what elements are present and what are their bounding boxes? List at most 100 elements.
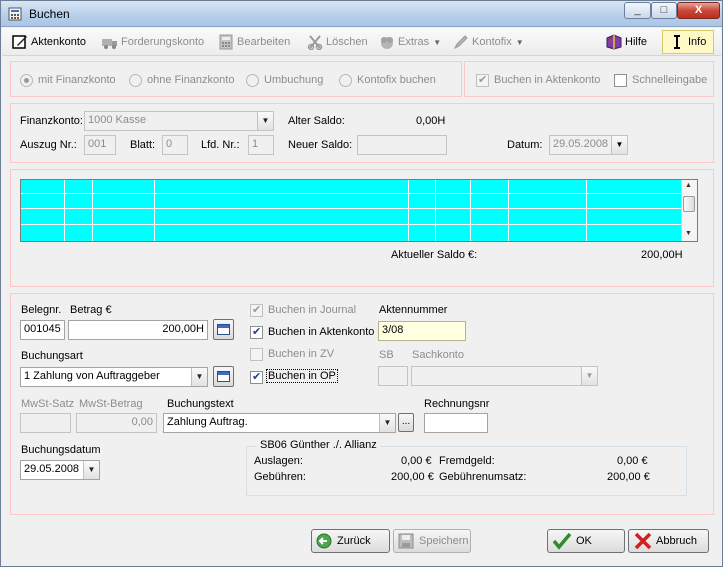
auslagen-label: Auslagen: <box>254 455 303 467</box>
chevron-down-icon[interactable]: ▼ <box>191 368 207 386</box>
buchen-journal-checkbox[interactable] <box>250 303 263 317</box>
chevron-down-icon[interactable]: ▼ <box>257 112 273 130</box>
toolbar-bearbeiten[interactable]: Bearbeiten <box>218 34 290 50</box>
ellipsis-icon: ... <box>401 416 411 427</box>
aktennummer-value: 3/08 <box>382 324 404 336</box>
window-title: Buchen <box>29 7 70 21</box>
chevron-down-icon: ▼ <box>515 38 524 47</box>
sachkonto-select[interactable]: ▼ <box>411 366 598 386</box>
toolbar-loeschen[interactable]: Löschen <box>307 34 368 51</box>
aktennummer-label: Aktennummer <box>379 304 448 316</box>
toolbar-kontofix[interactable]: Kontofix ▼ <box>453 34 524 50</box>
buchen-op-label: Buchen in OP <box>266 369 338 383</box>
aktennummer-input[interactable]: 3/08 <box>378 321 466 341</box>
toolbar-extras-label: Extras <box>398 36 430 48</box>
blatt-value: 0 <box>166 138 173 150</box>
zurueck-button[interactable]: Zurück <box>311 529 390 553</box>
finanzkonto-select[interactable]: 1000 Kasse ▼ <box>84 111 274 131</box>
buchungsdatum-picker[interactable]: 29.05.2008 ▼ <box>20 460 100 480</box>
chevron-down-icon[interactable]: ▼ <box>379 414 395 432</box>
betrag-calc-button[interactable] <box>213 319 234 340</box>
radio-mit-finanzkonto-label: mit Finanzkonto <box>38 74 116 86</box>
chevron-down-icon[interactable]: ▼ <box>611 136 627 154</box>
buchen-op-checkbox[interactable] <box>250 370 263 384</box>
buchen-zv-checkbox[interactable] <box>250 348 263 361</box>
toolbar-bearbeiten-label: Bearbeiten <box>237 36 291 48</box>
buchen-journal-label: Buchen in Journal <box>268 304 357 316</box>
buchungstext-more-button[interactable]: ... <box>398 413 414 432</box>
buchungsart-label: Buchungsart <box>21 350 83 362</box>
toolbar-extras[interactable]: Extras ▼ <box>379 34 441 50</box>
abbruch-button[interactable]: Abbruch <box>628 529 709 553</box>
neuer-saldo-label: Neuer Saldo: <box>288 139 353 151</box>
radio-umbuchung[interactable] <box>246 74 259 87</box>
datum-label: Datum: <box>507 139 543 151</box>
buchungsart-button[interactable] <box>213 366 234 387</box>
chevron-down-icon: ▼ <box>433 38 442 47</box>
speichern-button[interactable]: Speichern <box>393 529 471 553</box>
buchungstext-label: Buchungstext <box>167 398 234 410</box>
buchen-aktenkonto-checkbox[interactable] <box>250 325 263 339</box>
mwst-betrag-input[interactable]: 0,00 <box>76 413 157 433</box>
toolbar-hilfe[interactable]: Hilfe <box>606 34 647 50</box>
title-bar[interactable]: Buchen _ □ X <box>1 1 722 27</box>
scroll-thumb[interactable] <box>683 196 695 212</box>
chevron-down-icon[interactable]: ▼ <box>581 367 597 385</box>
betrag-input[interactable]: 200,00H <box>68 320 208 340</box>
radio-kontofix-buchen[interactable] <box>339 74 352 87</box>
buchungstext-value: Zahlung Auftrag. <box>167 416 248 428</box>
radio-ohne-finanzkonto[interactable] <box>129 74 142 87</box>
minimize-icon: _ <box>634 4 641 16</box>
buchungsart-select[interactable]: 1 Zahlung von Auftraggeber ▼ <box>20 367 208 387</box>
neuer-saldo-input[interactable] <box>357 135 447 155</box>
toolbar-aktenkonto[interactable]: Aktenkonto <box>12 34 86 50</box>
aktueller-saldo-value: 200,00H <box>641 249 683 261</box>
radio-ohne-finanzkonto-label: ohne Finanzkonto <box>147 74 235 86</box>
rechnungsnr-input[interactable] <box>424 413 488 433</box>
lfd-nr-input[interactable]: 1 <box>248 135 274 155</box>
scroll-up-icon[interactable]: ▲ <box>685 182 692 189</box>
info-cursor-icon <box>674 35 680 50</box>
auslagen-value: 0,00 € <box>401 455 432 467</box>
toolbar-aktenkonto-label: Aktenkonto <box>31 36 87 48</box>
gebuehrenumsatz-value: 200,00 € <box>607 471 650 483</box>
buchen-zv-label: Buchen in ZV <box>268 348 335 360</box>
alter-saldo-label: Alter Saldo: <box>288 115 345 127</box>
radio-mit-finanzkonto[interactable] <box>20 74 33 87</box>
buchungsdatum-label: Buchungsdatum <box>21 444 101 456</box>
buchungsdatum-value: 29.05.2008 <box>24 463 80 475</box>
betrag-value: 200,00H <box>162 323 204 335</box>
belegnr-input[interactable]: 001045 <box>20 320 65 340</box>
speichern-label: Speichern <box>419 535 469 547</box>
sb-label: SB <box>379 349 394 361</box>
grid-scrollbar[interactable]: ▲ ▼ <box>681 180 697 241</box>
sb-input[interactable] <box>378 366 408 386</box>
maximize-button[interactable]: □ <box>651 2 677 19</box>
save-icon <box>398 533 414 549</box>
gebuehren-value: 200,00 € <box>391 471 434 483</box>
schnelleingabe-checkbox[interactable] <box>614 74 627 87</box>
belegnr-value: 001045 <box>24 323 61 335</box>
help-book-icon <box>606 34 622 50</box>
close-button[interactable]: X <box>677 2 720 19</box>
minimize-button[interactable]: _ <box>624 2 651 19</box>
options-panel: Buchen in Aktenkonto Schnelleingabe <box>464 61 714 97</box>
alter-saldo-value: 0,00H <box>416 115 446 127</box>
toolbar-forderungskonto[interactable]: Forderungskonto <box>102 34 204 50</box>
zurueck-label: Zurück <box>337 535 371 547</box>
toolbar-info[interactable]: Info <box>662 30 714 54</box>
mwst-satz-input[interactable] <box>20 413 71 433</box>
blatt-input[interactable]: 0 <box>162 135 188 155</box>
datum-picker[interactable]: 29.05.2008 ▼ <box>549 135 628 155</box>
chevron-down-icon[interactable]: ▼ <box>83 461 99 479</box>
auszug-input[interactable]: 001 <box>84 135 116 155</box>
scroll-down-icon[interactable]: ▼ <box>685 230 692 237</box>
aktueller-saldo-label: Aktueller Saldo €: <box>391 249 478 261</box>
buchungstext-select[interactable]: Zahlung Auftrag. ▼ <box>163 413 396 433</box>
bookings-grid[interactable]: ▲ ▼ <box>20 179 698 242</box>
scissors-icon <box>307 35 323 51</box>
radio-kontofix-buchen-label: Kontofix buchen <box>357 74 436 86</box>
buchen-in-aktenkonto-checkbox-top[interactable] <box>476 73 489 87</box>
sachkonto-label: Sachkonto <box>412 349 464 361</box>
ok-button[interactable]: OK <box>547 529 625 553</box>
